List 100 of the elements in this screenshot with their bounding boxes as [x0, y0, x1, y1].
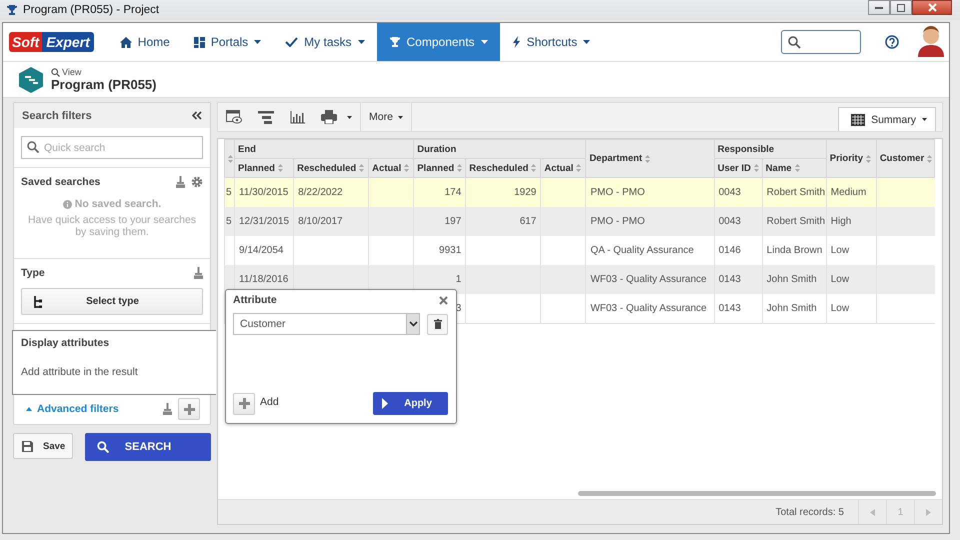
nav-menu-item[interactable]: Components	[376, 23, 500, 61]
logo[interactable]: Soft Expert	[9, 23, 94, 61]
table-cell: 197	[444, 216, 462, 227]
column-header[interactable]: Planned	[414, 158, 466, 178]
sort-icon[interactable]	[645, 154, 650, 162]
sort-icon[interactable]	[359, 164, 364, 172]
search-button[interactable]: SEARCH	[85, 433, 211, 462]
close-icon	[439, 296, 448, 304]
table-row[interactable]: 5 11/30/2015 8/22/2022 174 1929 PMO - PMO 0043 Robert Smith Medium	[224, 178, 934, 207]
panel-title: Search filters	[22, 110, 92, 122]
nav-menu-item[interactable]: Shortcuts	[500, 23, 602, 61]
caret-icon	[398, 116, 403, 118]
search-icon	[97, 441, 109, 454]
table-icon	[851, 114, 866, 126]
close-button[interactable]	[912, 0, 952, 15]
column-header[interactable]: Rescheduled	[294, 158, 369, 178]
popup-title: Attribute	[233, 294, 277, 306]
nav-menu-item[interactable]: Home	[108, 23, 182, 61]
column-group-header: Responsible	[714, 140, 826, 158]
sort-icon[interactable]	[531, 164, 536, 172]
arrow-left-icon	[870, 508, 875, 516]
search-field[interactable]	[781, 30, 861, 54]
collapse-icon[interactable]	[192, 111, 202, 120]
column-header[interactable]	[224, 140, 234, 178]
sort-icon[interactable]	[404, 164, 410, 172]
advanced-filters-link[interactable]: Advanced filters	[26, 403, 119, 416]
table-cell: WF03 - Quality Assurance	[590, 303, 707, 314]
sort-icon[interactable]	[754, 164, 759, 172]
table-cell: 0143	[718, 303, 741, 314]
sort-icon[interactable]	[927, 154, 932, 162]
more-button[interactable]: More	[360, 103, 412, 131]
apply-button[interactable]: Apply	[373, 392, 448, 415]
sort-icon[interactable]	[794, 164, 800, 172]
attribute-dropdown[interactable]: Customer	[233, 313, 420, 335]
column-header[interactable]: Name	[762, 158, 826, 178]
table-cell: 0043	[718, 187, 741, 198]
table-cell: 9/14/2054	[239, 245, 284, 256]
column-group-header: End	[234, 140, 414, 158]
column-header[interactable]: Actual	[540, 158, 586, 178]
broom-icon[interactable]	[163, 403, 172, 416]
table-row[interactable]: 5 12/31/2015 8/10/2017 197 617 PMO - PMO 0043 Robert Smith High	[224, 207, 934, 236]
plus-icon	[184, 404, 194, 415]
table-cell: PMO - PMO	[590, 216, 645, 227]
table-row[interactable]: 9/14/2054 9931 QA - Quality Assurance 0146 Linda Brown Low	[224, 236, 934, 265]
minimize-button[interactable]	[868, 0, 890, 15]
broom-icon[interactable]	[176, 176, 185, 188]
lightning-icon	[512, 36, 521, 48]
breadcrumb[interactable]: View	[51, 67, 156, 77]
home-icon	[120, 36, 132, 48]
floppy-icon	[22, 440, 33, 452]
scrollbar[interactable]	[578, 491, 936, 496]
column-header[interactable]: User ID	[714, 158, 762, 178]
table-cell: PMO - PMO	[590, 187, 645, 198]
table-row[interactable]: 11/18/2016 1 WF03 - Quality Assurance 0143 John Smith Low	[224, 265, 934, 294]
sort-icon[interactable]	[228, 154, 233, 162]
sort-icon[interactable]	[866, 154, 872, 162]
table-cell: John Smith	[766, 303, 817, 314]
section-title: Display attributes	[21, 337, 110, 350]
save-button[interactable]: Save	[13, 433, 73, 460]
summary-button[interactable]: Summary	[838, 107, 936, 131]
broom-icon[interactable]	[194, 267, 203, 280]
quick-search-field[interactable]: Quick search	[21, 136, 203, 159]
sort-icon[interactable]	[278, 164, 283, 172]
table-cell: Low	[830, 245, 850, 256]
table-cell: Linda Brown	[766, 245, 822, 256]
section-title: Type	[21, 267, 45, 280]
delete-button[interactable]	[427, 314, 448, 334]
table-cell: Low	[830, 274, 850, 285]
avatar-icon[interactable]	[917, 26, 945, 58]
nav-menu-item[interactable]: Portals	[182, 23, 274, 61]
close-button[interactable]	[439, 296, 448, 304]
sort-icon[interactable]	[576, 164, 582, 172]
column-header[interactable]: Actual	[368, 158, 414, 178]
table-cell: 9931	[439, 245, 462, 256]
gear-icon[interactable]	[191, 176, 203, 188]
column-header[interactable]: Rescheduled	[466, 158, 541, 178]
column-header[interactable]: Priority	[826, 140, 876, 178]
hint-text[interactable]: Add attribute in the result	[21, 366, 208, 378]
help-icon[interactable]	[885, 35, 899, 49]
nav-menu-item[interactable]: My tasks	[273, 23, 377, 61]
table-cell: 12/31/2015	[239, 216, 290, 227]
select-type-button[interactable]: Select type	[21, 288, 203, 316]
column-header[interactable]: Customer	[876, 140, 934, 178]
column-header[interactable]: Planned	[234, 158, 294, 178]
info-icon	[62, 200, 72, 208]
add-button[interactable]	[178, 398, 200, 420]
table-cell: John Smith	[766, 274, 817, 285]
sort-icon[interactable]	[457, 164, 462, 172]
caret-icon[interactable]	[347, 116, 352, 118]
table-cell: 11/30/2015	[239, 187, 288, 198]
trash-icon	[434, 319, 442, 329]
record-count: Total records: 5	[776, 506, 844, 518]
maximize-button[interactable]	[890, 0, 912, 15]
checkmark-icon	[285, 37, 298, 47]
add-button[interactable]	[233, 392, 255, 414]
table-cell: Robert Smith	[766, 216, 826, 227]
table-cell: High	[830, 216, 852, 227]
chevron-down-icon	[408, 321, 418, 327]
column-header[interactable]: Department	[586, 140, 714, 178]
search-icon	[27, 141, 39, 153]
